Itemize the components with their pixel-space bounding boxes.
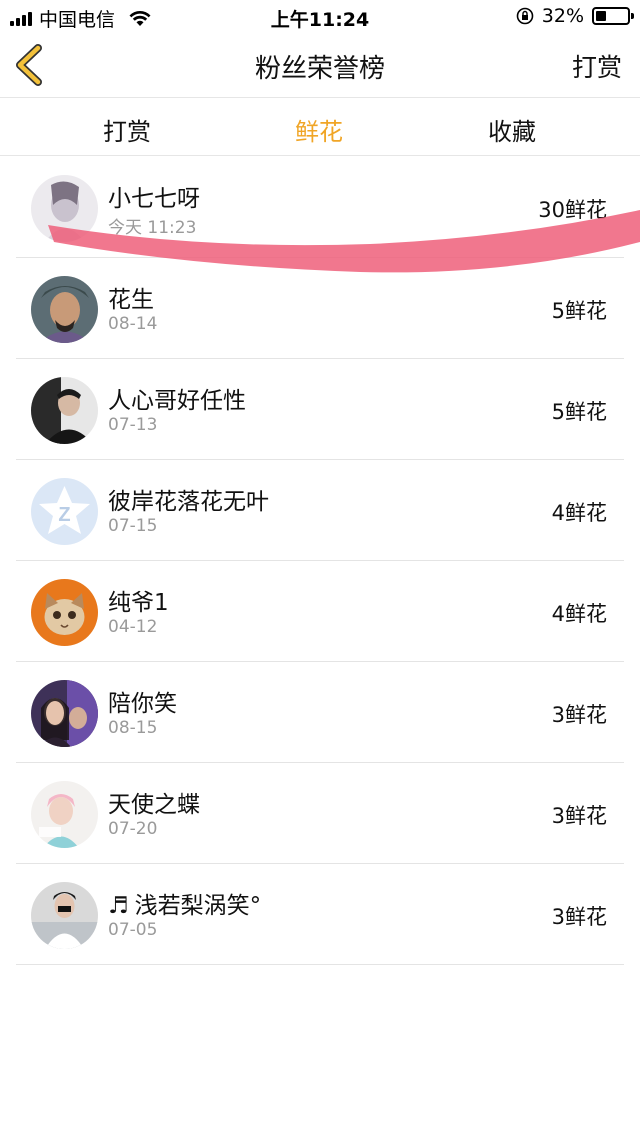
flower-count: 3鲜花 <box>551 804 607 828</box>
fan-date: 07-05 <box>108 920 158 940</box>
page-title: 粉丝荣誉榜 <box>254 54 385 84</box>
status-bar: 中国电信 上午11:24 32% <box>0 0 640 34</box>
fan-date: 07-15 <box>108 516 158 536</box>
flower-count: 5鲜花 <box>551 400 607 424</box>
fan-name: ♬ 浅若梨涡笑° <box>108 886 261 920</box>
fan-name: 彼岸花落花无叶 <box>108 489 269 515</box>
music-note-icon: ♬ <box>108 893 129 919</box>
reward-button[interactable]: 打赏 <box>572 48 622 84</box>
fan-name: 天使之蝶 <box>108 792 200 818</box>
fan-list: 小七七呀 今天 11:23 30鲜花 花生 08-14 5鲜花 人心哥好任性 0… <box>0 157 640 965</box>
fan-name: 花生 <box>108 287 154 313</box>
list-item[interactable]: 小七七呀 今天 11:23 30鲜花 <box>0 157 640 258</box>
fan-date: 04-12 <box>108 617 158 637</box>
list-item[interactable]: 天使之蝶 07-20 3鲜花 <box>0 763 640 864</box>
fan-date: 今天 11:23 <box>108 218 197 238</box>
fan-name: 陪你笑 <box>108 691 177 717</box>
avatar <box>31 377 98 444</box>
battery-percent: 32% <box>541 5 584 27</box>
flower-count: 3鲜花 <box>551 703 607 727</box>
orientation-lock-icon <box>516 7 534 25</box>
avatar <box>31 579 98 646</box>
battery-fill <box>596 11 606 21</box>
fan-name: 纯爷1 <box>108 590 169 616</box>
fan-name: 人心哥好任性 <box>108 388 246 414</box>
list-item[interactable]: Z 彼岸花落花无叶 07-15 4鲜花 <box>0 460 640 561</box>
tab-bar: 打赏 鲜花 收藏 <box>0 98 640 156</box>
list-item[interactable]: ♬ 浅若梨涡笑° 07-05 3鲜花 <box>0 864 640 965</box>
page: 中国电信 上午11:24 32% 粉丝荣誉榜 打赏 打赏 鲜花 收藏 小七七呀 … <box>0 0 640 1138</box>
nav-bar: 粉丝荣誉榜 打赏 <box>0 34 640 98</box>
fan-date: 07-20 <box>108 819 158 839</box>
avatar: Z <box>31 478 98 545</box>
flower-count: 5鲜花 <box>551 299 607 323</box>
fan-name-text: 浅若梨涡笑° <box>134 893 262 919</box>
flower-count: 3鲜花 <box>551 905 607 929</box>
fan-date: 08-15 <box>108 718 158 738</box>
list-item[interactable]: 陪你笑 08-15 3鲜花 <box>0 662 640 763</box>
tab-favorites[interactable]: 收藏 <box>442 112 582 147</box>
flower-count: 4鲜花 <box>551 501 607 525</box>
fan-name: 小七七呀 <box>108 186 200 212</box>
svg-text:Z: Z <box>58 504 70 526</box>
tab-flowers[interactable]: 鲜花 <box>249 112 389 147</box>
fan-date: 08-14 <box>108 314 158 334</box>
flower-count: 4鲜花 <box>551 602 607 626</box>
avatar <box>31 781 98 848</box>
status-right: 32% <box>516 5 634 27</box>
battery-icon <box>592 7 634 25</box>
list-item[interactable]: 人心哥好任性 07-13 5鲜花 <box>0 359 640 460</box>
avatar <box>31 680 98 747</box>
flower-count: 30鲜花 <box>538 198 607 222</box>
fan-date: 07-13 <box>108 415 158 435</box>
avatar <box>31 175 98 242</box>
tab-reward[interactable]: 打赏 <box>57 112 197 147</box>
avatar <box>31 276 98 343</box>
list-item[interactable]: 纯爷1 04-12 4鲜花 <box>0 561 640 662</box>
avatar <box>31 882 98 949</box>
list-item[interactable]: 花生 08-14 5鲜花 <box>0 258 640 359</box>
